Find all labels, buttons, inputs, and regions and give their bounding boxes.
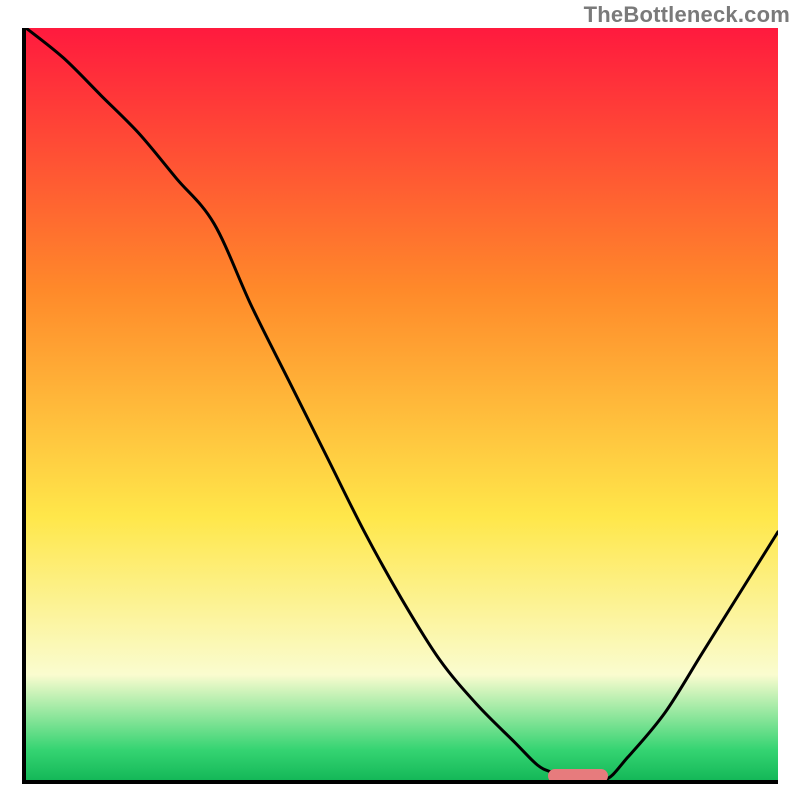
chart-container: TheBottleneck.com	[0, 0, 800, 800]
bottleneck-curve	[26, 28, 778, 780]
optimal-range-marker	[548, 769, 608, 783]
watermark-label: TheBottleneck.com	[584, 2, 790, 28]
plot-area	[22, 28, 778, 784]
